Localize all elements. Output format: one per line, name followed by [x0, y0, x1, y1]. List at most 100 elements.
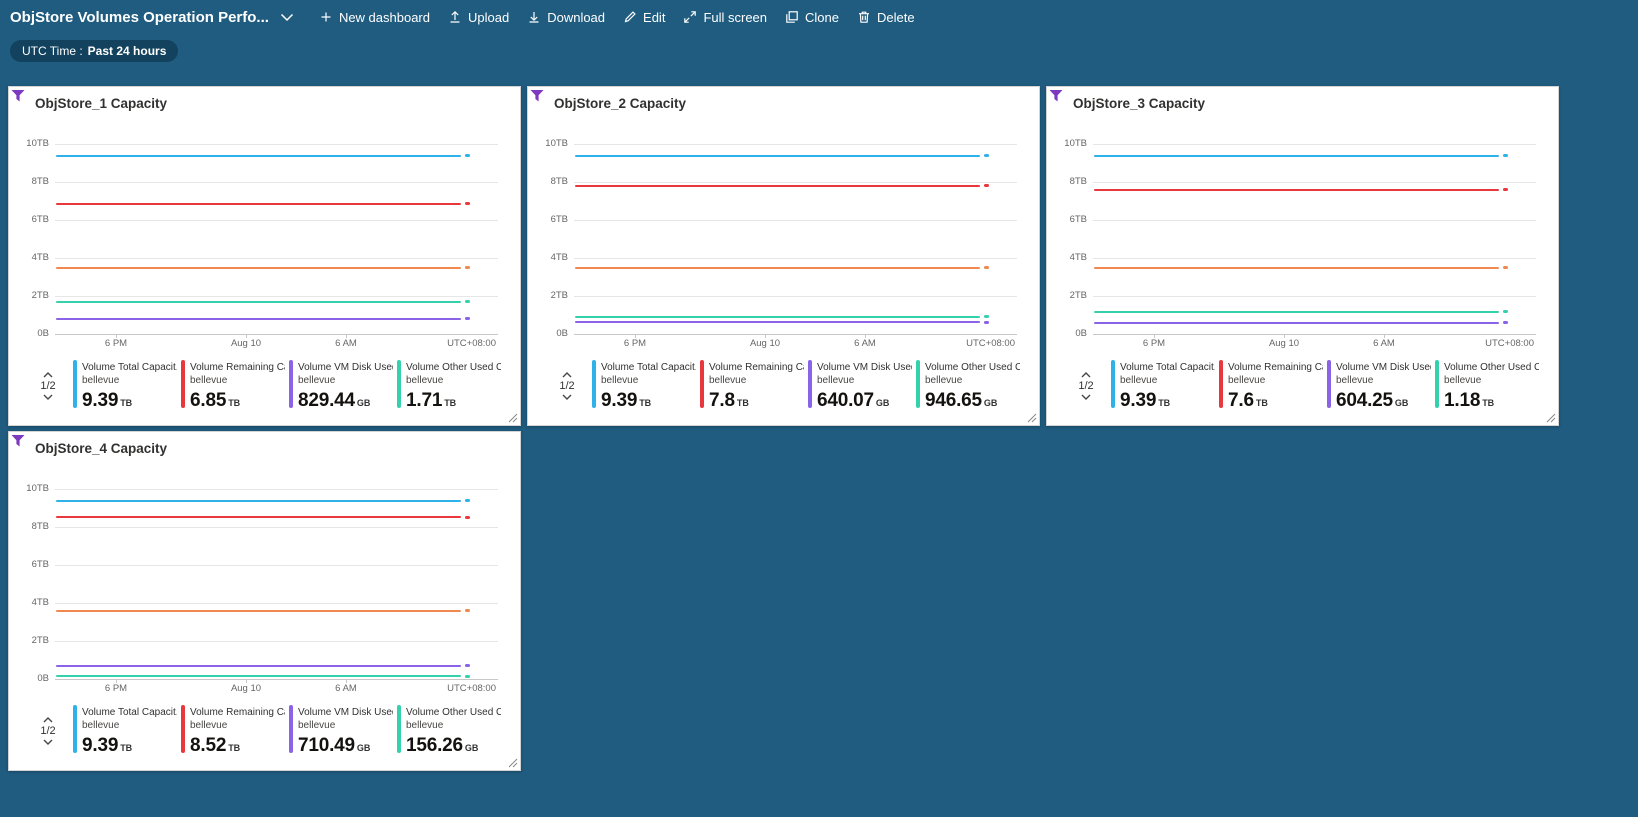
series-line	[575, 155, 980, 157]
gridline	[55, 182, 498, 183]
series-line	[1094, 267, 1499, 269]
series-line	[575, 267, 980, 269]
legend-item: Volume VM Disk Used ...bellevue604.25GB	[1327, 360, 1431, 412]
gridline	[1093, 334, 1536, 335]
legend-page-down-button[interactable]	[1077, 393, 1095, 401]
resize-handle[interactable]	[506, 756, 518, 768]
legend-unit: TB	[120, 743, 132, 753]
legend-item: Volume Other Used Ca...bellevue1.18TB	[1435, 360, 1539, 412]
legend-color-bar	[397, 360, 401, 408]
chart-legend: 1/2Volume Total Capacit...bellevue9.39TB…	[31, 702, 514, 760]
y-axis-label: 8TB	[9, 521, 49, 532]
legend-resource-name: bellevue	[1228, 374, 1323, 387]
gridline	[574, 296, 1017, 297]
x-axis-tick	[116, 334, 117, 338]
x-axis-timezone-label: UTC+08:00	[447, 338, 496, 349]
series-end-marker	[465, 609, 470, 612]
legend-items: Volume Total Capacit...bellevue9.39TB Vol…	[592, 360, 1033, 412]
legend-resource-name: bellevue	[709, 374, 804, 387]
dashboard-grid: ObjStore_1 Capacity10TB8TB6TB4TB2TB0B6 P…	[0, 0, 1638, 817]
resize-handle[interactable]	[1544, 411, 1556, 423]
series-end-marker	[1503, 321, 1508, 324]
gridline	[574, 144, 1017, 145]
legend-page-down-button[interactable]	[39, 738, 57, 746]
y-axis-label: 8TB	[1047, 176, 1087, 187]
series-line	[56, 665, 461, 667]
legend-page-up-button[interactable]	[39, 716, 57, 724]
legend-color-bar	[181, 705, 185, 753]
x-axis-tick	[635, 334, 636, 338]
legend-page-up-button[interactable]	[1077, 371, 1095, 379]
y-axis-label: 6TB	[1047, 214, 1087, 225]
legend-metric-name: Volume Other Used Ca...	[925, 361, 1020, 374]
gridline	[55, 565, 498, 566]
legend-item: Volume Total Capacit...bellevue9.39TB	[73, 705, 177, 757]
gridline	[55, 641, 498, 642]
legend-metric-name: Volume Total Capacit...	[1120, 361, 1215, 374]
legend-item: Volume Remaining Cap...bellevue8.52TB	[181, 705, 285, 757]
y-axis-label: 6TB	[528, 214, 568, 225]
y-axis-label: 10TB	[528, 138, 568, 149]
y-axis-label: 8TB	[9, 176, 49, 187]
legend-pager: 1/2	[31, 371, 65, 401]
legend-page-up-button[interactable]	[558, 371, 576, 379]
y-axis-label: 6TB	[9, 214, 49, 225]
series-end-marker	[984, 315, 989, 318]
series-line	[56, 500, 461, 502]
legend-page-up-button[interactable]	[39, 371, 57, 379]
gridline	[55, 489, 498, 490]
legend-metric-name: Volume Remaining Cap...	[1228, 361, 1323, 374]
chart-legend: 1/2 Volume Total Capacit...bellevue9.39TB…	[550, 357, 1033, 415]
legend-color-bar	[289, 360, 293, 408]
legend-pager: 1/2	[550, 371, 584, 401]
legend-value-row: 9.39TB	[82, 735, 177, 757]
legend-resource-name: bellevue	[190, 719, 285, 732]
x-axis-label: 6 AM	[335, 338, 357, 349]
gridline	[1093, 144, 1536, 145]
legend-unit: TB	[444, 398, 456, 408]
y-axis-label: 0B	[9, 328, 49, 339]
legend-value-row: 1.71TB	[406, 390, 501, 412]
y-axis-label: 4TB	[1047, 252, 1087, 263]
legend-value-row: 156.26GB	[406, 735, 501, 757]
x-axis-label: 6 AM	[854, 338, 876, 349]
legend-unit: GB	[876, 398, 890, 408]
legend-resource-name: bellevue	[406, 374, 501, 387]
legend-unit: TB	[228, 743, 240, 753]
legend-value: 1.18	[1444, 390, 1480, 412]
legend-value: 6.85	[190, 390, 226, 412]
legend-page-down-button[interactable]	[39, 393, 57, 401]
legend-items: Volume Total Capacit...bellevue9.39TBVol…	[1111, 360, 1552, 412]
gridline	[574, 258, 1017, 259]
legend-item: Volume Remaining Cap...bellevue7.6TB	[1219, 360, 1323, 412]
y-axis-label: 2TB	[9, 290, 49, 301]
x-axis-tick	[765, 334, 766, 338]
gridline	[55, 258, 498, 259]
series-end-marker	[465, 499, 470, 502]
legend-value: 9.39	[1120, 390, 1156, 412]
y-axis-label: 2TB	[528, 290, 568, 301]
series-end-marker	[1503, 266, 1508, 269]
legend-value: 710.49	[298, 735, 355, 757]
x-axis-timezone-label: UTC+08:00	[966, 338, 1015, 349]
resize-handle[interactable]	[506, 411, 518, 423]
legend-color-bar	[1435, 360, 1439, 408]
x-axis-tick	[1384, 334, 1385, 338]
legend-page-down-button[interactable]	[558, 393, 576, 401]
legend-value-row: 1.18TB	[1444, 390, 1539, 412]
series-line	[1094, 311, 1499, 313]
series-line	[56, 610, 461, 612]
legend-resource-name: bellevue	[82, 719, 177, 732]
x-axis-tick	[346, 334, 347, 338]
legend-item: Volume Total Capacit...bellevue9.39TB	[592, 360, 696, 412]
series-end-marker	[984, 266, 989, 269]
x-axis-label: 6 PM	[105, 338, 127, 349]
resize-handle[interactable]	[1025, 411, 1037, 423]
legend-item: Volume Other Used Ca...bellevue156.26GB	[397, 705, 501, 757]
x-axis-tick	[1284, 334, 1285, 338]
gridline	[55, 527, 498, 528]
series-end-marker	[465, 154, 470, 157]
y-axis-label: 0B	[1047, 328, 1087, 339]
legend-value-row: 710.49GB	[298, 735, 393, 757]
series-line	[56, 267, 461, 269]
